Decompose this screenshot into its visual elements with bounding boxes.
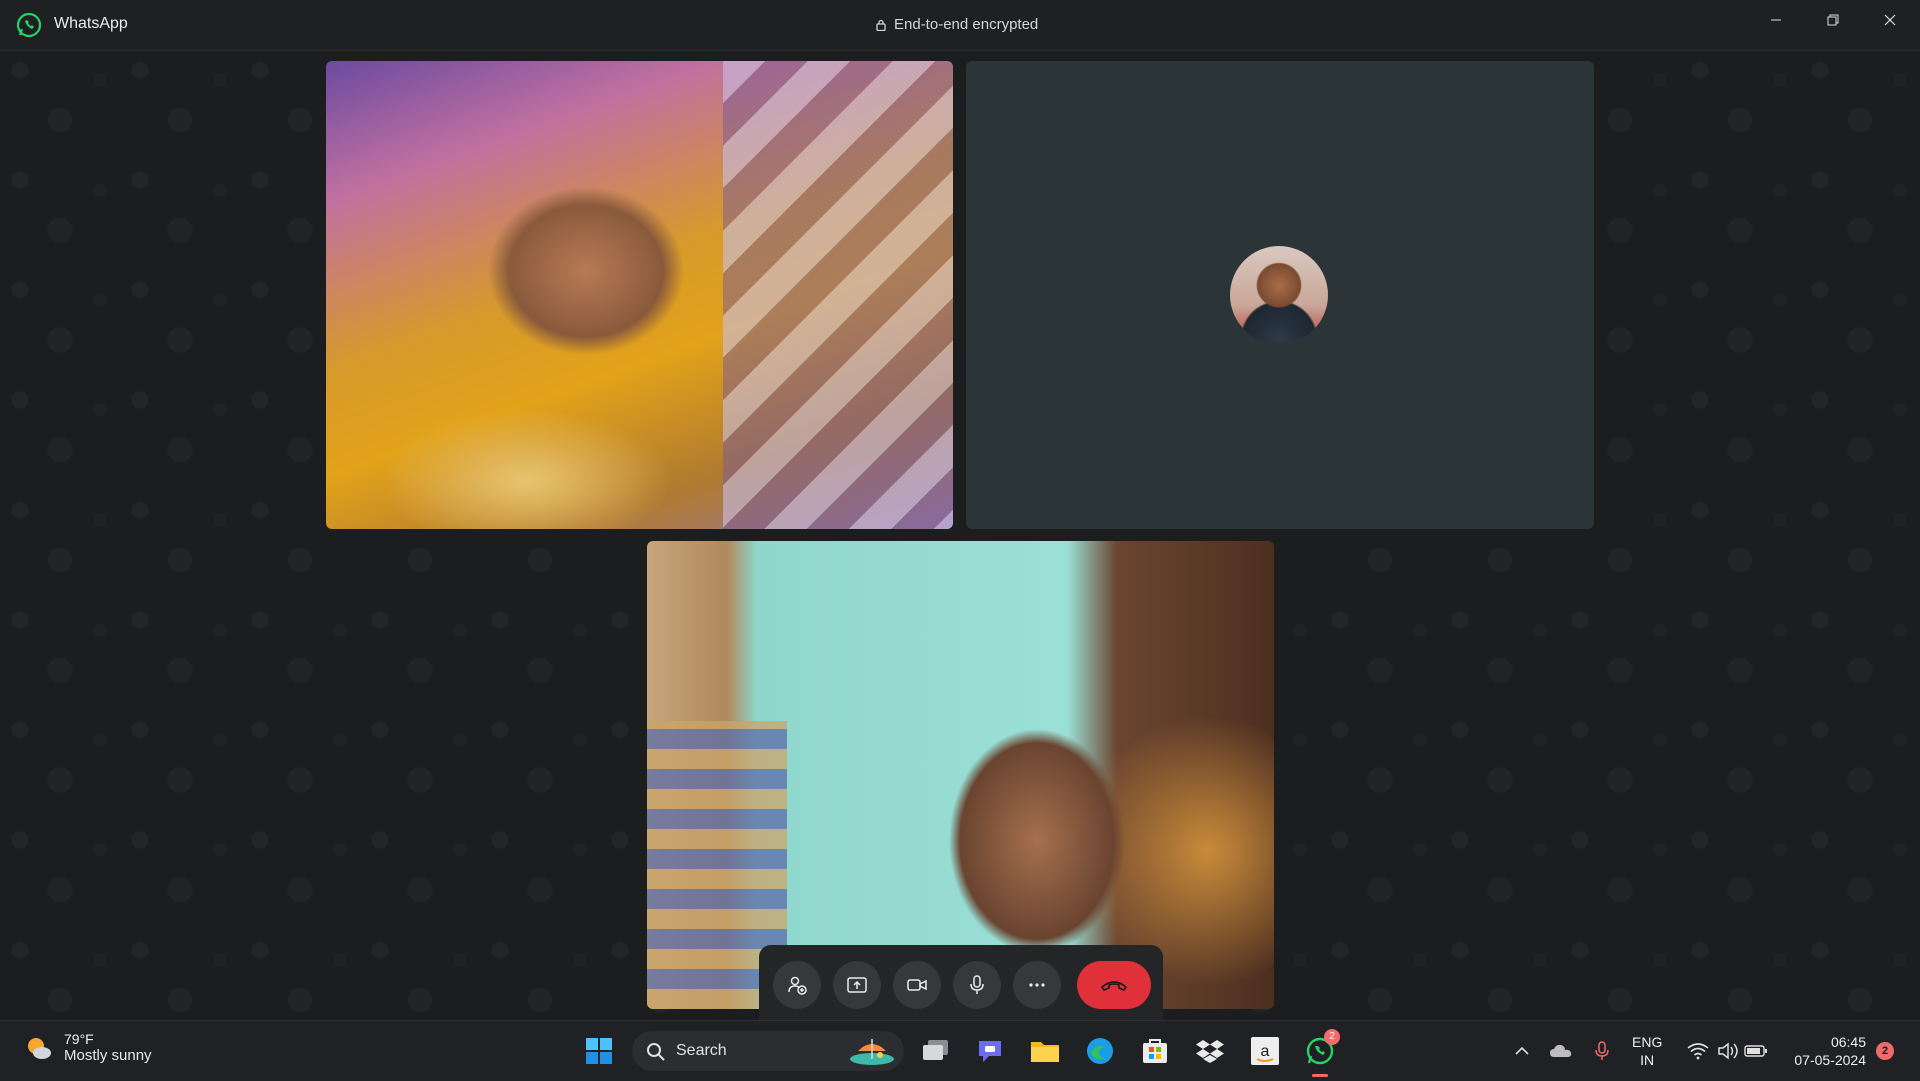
dropbox-icon [1196,1040,1224,1063]
weather-widget[interactable]: 79°F Mostly sunny [24,1031,152,1064]
clock-time: 06:45 [1830,1034,1866,1050]
more-dots-icon [1029,983,1045,987]
folder-icon [1031,1042,1059,1062]
search-icon [647,1043,665,1061]
share-screen-button[interactable] [833,961,881,1009]
windows-taskbar: 79°F Mostly sunny Search a 2 ENG IN 06:4… [0,1020,1920,1081]
call-controls-bar [759,945,1163,1025]
system-clock[interactable]: 06:45 07-05-2024 [1776,1033,1866,1069]
battery-button[interactable] [1738,1033,1774,1069]
svg-text:a: a [1261,1043,1270,1060]
taskbar-search[interactable]: Search [632,1031,904,1071]
add-participant-button[interactable] [773,961,821,1009]
self-video-tile[interactable] [647,541,1274,1009]
search-highlight-icon [850,1039,894,1065]
add-person-icon [788,976,807,995]
partly-sunny-icon [28,1037,51,1059]
microsoft-store-button[interactable] [1137,1033,1173,1069]
close-button[interactable] [1862,0,1918,40]
dropbox-button[interactable] [1192,1033,1228,1069]
file-explorer-button[interactable] [1027,1033,1063,1069]
microphone-button[interactable] [953,961,1001,1009]
show-hidden-icons-button[interactable] [1504,1033,1540,1069]
wifi-icon [1687,1043,1709,1060]
restore-icon [1827,14,1839,26]
notification-count-badge[interactable]: 2 [1876,1042,1894,1060]
close-icon [1884,14,1896,26]
clock-date: 07-05-2024 [1794,1052,1866,1068]
amazon-icon: a [1251,1037,1279,1065]
whatsapp-badge: 2 [1324,1029,1340,1045]
windows-logo-icon [586,1038,612,1064]
more-options-button[interactable] [1013,961,1061,1009]
whatsapp-taskbar-button[interactable]: 2 [1302,1029,1340,1077]
video-camera-icon [907,979,927,991]
battery-icon [1744,1045,1767,1057]
camera-button[interactable] [893,961,941,1009]
title-bar: WhatsApp End-to-end encrypted [0,0,1920,51]
microphone-tray-icon [1595,1041,1609,1060]
microphone-in-use-button[interactable] [1584,1033,1620,1069]
search-label: Search [676,1042,727,1059]
active-app-indicator [1312,1074,1328,1077]
end-call-button[interactable] [1077,961,1151,1009]
edge-icon [1087,1038,1113,1064]
participant-video-tile[interactable] [326,61,953,529]
share-screen-icon [847,977,867,993]
task-view-button[interactable] [918,1033,954,1069]
start-button[interactable] [581,1033,617,1069]
encryption-notice: End-to-end encrypted [876,16,1038,33]
chat-icon [979,1041,1001,1062]
microphone-icon [970,975,984,994]
whatsapp-logo-icon [16,12,42,38]
cloud-icon [1550,1044,1572,1057]
lock-icon [876,19,886,31]
amazon-button[interactable]: a [1247,1033,1283,1069]
weather-temp: 79°F [64,1031,94,1047]
onedrive-status-button[interactable] [1543,1033,1579,1069]
store-icon [1143,1039,1167,1063]
minimize-button[interactable] [1748,0,1804,40]
edge-browser-button[interactable] [1082,1033,1118,1069]
language-indicator[interactable]: ENG IN [1632,1033,1662,1069]
app-name: WhatsApp [54,15,128,32]
task-view-icon [923,1040,948,1060]
hang-up-icon [1100,981,1128,991]
teams-chat-button[interactable] [972,1033,1008,1069]
region-code: IN [1640,1052,1655,1068]
language-code: ENG [1632,1034,1663,1050]
chevron-up-icon [1515,1046,1529,1055]
minimize-icon [1771,19,1781,21]
encryption-label: End-to-end encrypted [894,16,1039,33]
weather-condition: Mostly sunny [64,1047,152,1064]
restore-button[interactable] [1805,0,1861,40]
volume-icon [1718,1042,1738,1060]
participant-avatar [1230,246,1328,344]
participant-avatar-tile[interactable] [966,61,1594,529]
